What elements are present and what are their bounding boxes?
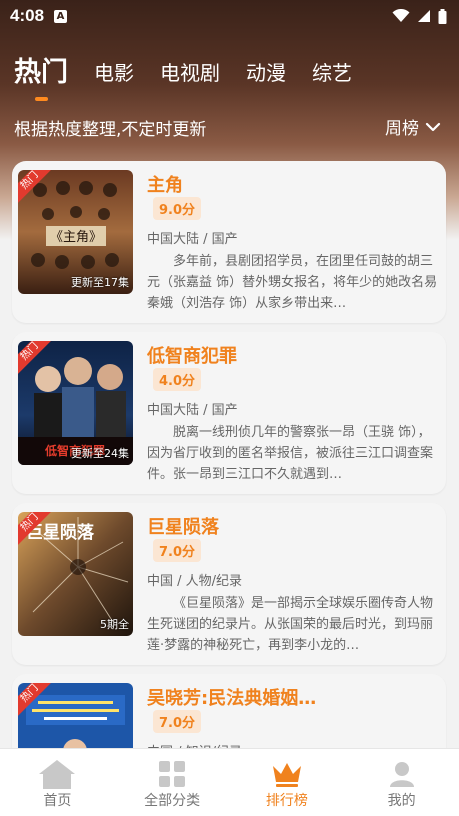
status-bar: 4:08 A xyxy=(0,0,459,32)
home-icon xyxy=(39,760,76,789)
item-description: 脱离一线刑侦几年的警察张一昂（王骁 饰），因为省厅收到的匿名举报信，被派往三江口… xyxy=(147,425,434,482)
nav-ranking-label: 排行榜 xyxy=(265,793,308,809)
nav-all-categories[interactable]: 全部分类 xyxy=(115,749,230,816)
tab-tv[interactable]: 电视剧 xyxy=(160,58,220,88)
battery-icon xyxy=(438,8,447,24)
score-badge: 4.0分 xyxy=(153,368,202,391)
tab-hot[interactable]: 热门 xyxy=(14,58,68,88)
user-icon xyxy=(389,762,414,787)
episode-status: 5期全 xyxy=(100,618,129,631)
nav-home[interactable]: 首页 xyxy=(0,749,115,816)
list-item[interactable]: 巨星陨落 热门 5期全 巨星陨落 7.0分 中国 / 人物/纪录 《巨星陨落》是… xyxy=(12,503,446,665)
nav-all-categories-label: 全部分类 xyxy=(144,793,201,809)
list-item[interactable]: 低智商犯罪 热门 更新至24集 低智商犯罪 4.0分 中国大陆 / 国产 脱离一… xyxy=(12,332,446,494)
crown-icon xyxy=(272,763,301,787)
poster-image: 低智商犯罪 热门 更新至24集 xyxy=(18,341,133,465)
nav-profile-label: 我的 xyxy=(387,793,416,809)
item-meta: 中国大陆 / 国产 xyxy=(147,232,238,247)
poster-image: 巨星陨落 热门 5期全 xyxy=(18,512,133,636)
item-title[interactable]: 吴晓芳:民法典婚姻… xyxy=(147,684,437,710)
list-item[interactable]: 《主角》 热门 更新至17集 主角 9.0分 中国大陆 / 国产 多年前，县剧团… xyxy=(12,161,446,323)
tab-variety[interactable]: 综艺 xyxy=(312,58,352,88)
episode-status: 更新至24集 xyxy=(71,447,129,460)
item-meta: 中国 / 人物/纪录 xyxy=(147,574,243,589)
active-tab-indicator xyxy=(35,97,48,101)
nav-profile[interactable]: 我的 xyxy=(344,749,459,816)
grid-icon xyxy=(159,761,186,787)
episode-status: 更新至17集 xyxy=(71,276,129,289)
score-badge: 9.0分 xyxy=(153,197,202,220)
nav-ranking[interactable]: 排行榜 xyxy=(230,749,345,816)
page-subtitle: 根据热度整理,不定时更新 xyxy=(14,120,207,140)
chevron-down-icon xyxy=(425,122,441,131)
item-title[interactable]: 低智商犯罪 xyxy=(147,342,437,368)
status-time: 4:08 xyxy=(10,6,45,25)
item-title[interactable]: 巨星陨落 xyxy=(147,513,437,539)
item-description: 《巨星陨落》是一部揭示全球娱乐圈传奇人物生死谜团的纪录片。从张国荣的最后时光，到… xyxy=(147,596,434,653)
ranking-period-label: 周榜 xyxy=(385,119,419,139)
signal-icon xyxy=(418,10,430,22)
notification-icon: A xyxy=(54,9,68,23)
bottom-navigation: 首页 全部分类 排行榜 我的 xyxy=(0,748,459,816)
score-badge: 7.0分 xyxy=(153,539,202,562)
ranking-period-selector[interactable]: 周榜 xyxy=(385,114,441,139)
nav-home-label: 首页 xyxy=(43,793,72,809)
item-title[interactable]: 主角 xyxy=(147,171,437,197)
category-tabs: 热门 电影 电视剧 动漫 综艺 xyxy=(14,58,352,101)
item-meta: 中国大陆 / 国产 xyxy=(147,403,238,418)
ranking-list: 《主角》 热门 更新至17集 主角 9.0分 中国大陆 / 国产 多年前，县剧团… xyxy=(12,161,446,816)
poster-image: 《主角》 热门 更新至17集 xyxy=(18,170,133,294)
score-badge: 7.0分 xyxy=(153,710,202,733)
svg-text:《主角》: 《主角》 xyxy=(50,230,102,245)
item-description: 多年前，县剧团招学员，在团里任司鼓的胡三元（张嘉益 饰）替外甥女报名，将年少的她… xyxy=(147,254,438,311)
wifi-icon xyxy=(392,9,410,22)
tab-anime[interactable]: 动漫 xyxy=(246,58,286,88)
tab-movie[interactable]: 电影 xyxy=(94,58,134,88)
